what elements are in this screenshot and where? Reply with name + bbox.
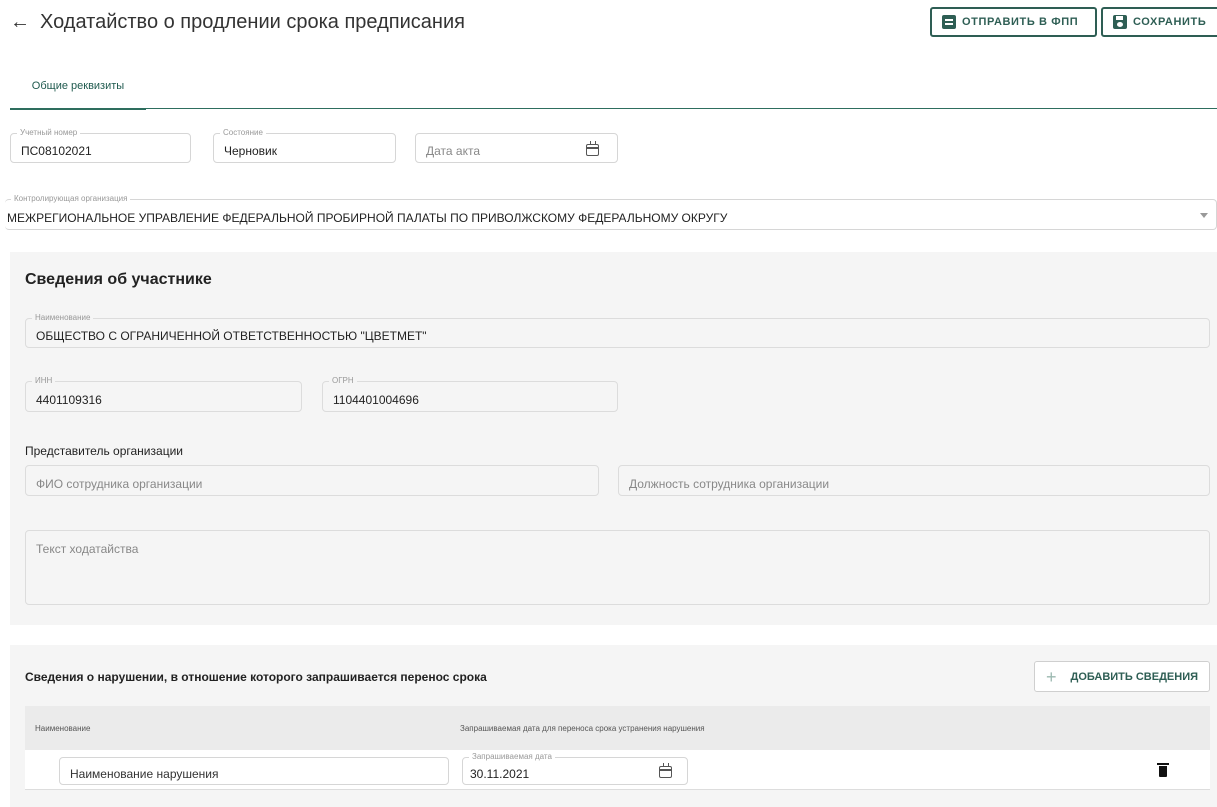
- calendar-icon[interactable]: [659, 763, 672, 778]
- act-date-field[interactable]: Дата акта: [415, 133, 618, 163]
- ogrn-field[interactable]: ОГРН 1104401004696: [322, 376, 618, 412]
- send-to-fpp-label: ОТПРАВИТЬ В ФПП: [962, 16, 1079, 28]
- inn-value: 4401109316: [36, 393, 102, 407]
- save-button[interactable]: СОХРАНИТЬ: [1101, 7, 1217, 37]
- plus-icon: +: [1045, 666, 1057, 687]
- participant-name-field[interactable]: Наименование ОБЩЕСТВО С ОГРАНИЧЕННОЙ ОТВ…: [25, 313, 1210, 348]
- tab-divider: [10, 108, 1217, 109]
- violations-table-header: Наименование Запрашиваемая дата для пере…: [25, 706, 1210, 750]
- representative-label: Представитель организации: [25, 444, 183, 458]
- violation-name-field[interactable]: Наименование нарушения: [59, 757, 449, 785]
- add-details-button[interactable]: + ДОБАВИТЬ СВЕДЕНИЯ: [1034, 661, 1210, 692]
- list-icon: [942, 15, 956, 29]
- act-date-placeholder: Дата акта: [426, 144, 480, 158]
- account-number-value: ПС08102021: [21, 144, 92, 158]
- add-details-label: ДОБАВИТЬ СВЕДЕНИЯ: [1070, 670, 1199, 683]
- violation-name-placeholder: Наименование нарушения: [70, 767, 219, 781]
- employee-position-field[interactable]: Должность сотрудника организации: [618, 465, 1210, 496]
- requested-date-value: 30.11.2021: [470, 767, 530, 781]
- account-number-label: Учетный номер: [17, 128, 81, 138]
- save-label: СОХРАНИТЬ: [1133, 16, 1207, 28]
- send-to-fpp-button[interactable]: ОТПРАВИТЬ В ФПП: [930, 7, 1097, 37]
- state-value: Черновик: [224, 144, 277, 158]
- tab-general-details[interactable]: Общие реквизиты: [10, 78, 146, 110]
- column-header-requested-date: Запрашиваемая дата для переноса срока ус…: [460, 724, 705, 733]
- floppy-disk-icon: [1113, 15, 1127, 29]
- participant-name-label: Наименование: [32, 313, 94, 323]
- employee-name-field[interactable]: ФИО сотрудника организации: [25, 465, 599, 496]
- state-label: Состояние: [220, 128, 266, 138]
- column-header-name: Наименование: [35, 724, 91, 733]
- requested-date-field[interactable]: Запрашиваемая дата 30.11.2021: [462, 752, 688, 785]
- ogrn-value: 1104401004696: [333, 393, 419, 407]
- control-org-select[interactable]: Контролирующая организация МЕЖРЕГИОНАЛЬН…: [5, 194, 1217, 230]
- inn-field[interactable]: ИНН 4401109316: [25, 376, 302, 412]
- state-field[interactable]: Состояние Черновик: [213, 128, 396, 163]
- petition-text-placeholder: Текст ходатайства: [36, 542, 139, 556]
- violations-title: Сведения о нарушении, в отношение которо…: [25, 670, 487, 684]
- trash-icon[interactable]: [1157, 763, 1169, 777]
- back-arrow-icon[interactable]: ←: [10, 12, 30, 32]
- account-number-field[interactable]: Учетный номер ПС08102021: [10, 128, 191, 163]
- chevron-down-icon[interactable]: [1200, 213, 1208, 218]
- requested-date-label: Запрашиваемая дата: [469, 752, 555, 762]
- inn-label: ИНН: [32, 376, 56, 386]
- participant-title: Сведения об участнике: [25, 271, 212, 288]
- control-org-value: МЕЖРЕГИОНАЛЬНОЕ УПРАВЛЕНИЕ ФЕДЕРАЛЬНОЙ П…: [7, 211, 728, 225]
- ogrn-label: ОГРН: [329, 376, 357, 386]
- employee-position-placeholder: Должность сотрудника организации: [629, 477, 830, 491]
- employee-name-placeholder: ФИО сотрудника организации: [36, 477, 203, 491]
- table-row: Наименование нарушения Запрашиваемая дат…: [25, 750, 1210, 790]
- tab-general-details-label: Общие реквизиты: [31, 80, 125, 92]
- petition-text-area[interactable]: Текст ходатайства: [25, 530, 1210, 605]
- calendar-icon[interactable]: [586, 141, 599, 156]
- participant-name-value: ОБЩЕСТВО С ОГРАНИЧЕННОЙ ОТВЕТСТВЕННОСТЬЮ…: [36, 329, 427, 343]
- page-title: Ходатайство о продлении срока предписани…: [40, 11, 465, 33]
- control-org-label: Контролирующая организация: [11, 194, 131, 204]
